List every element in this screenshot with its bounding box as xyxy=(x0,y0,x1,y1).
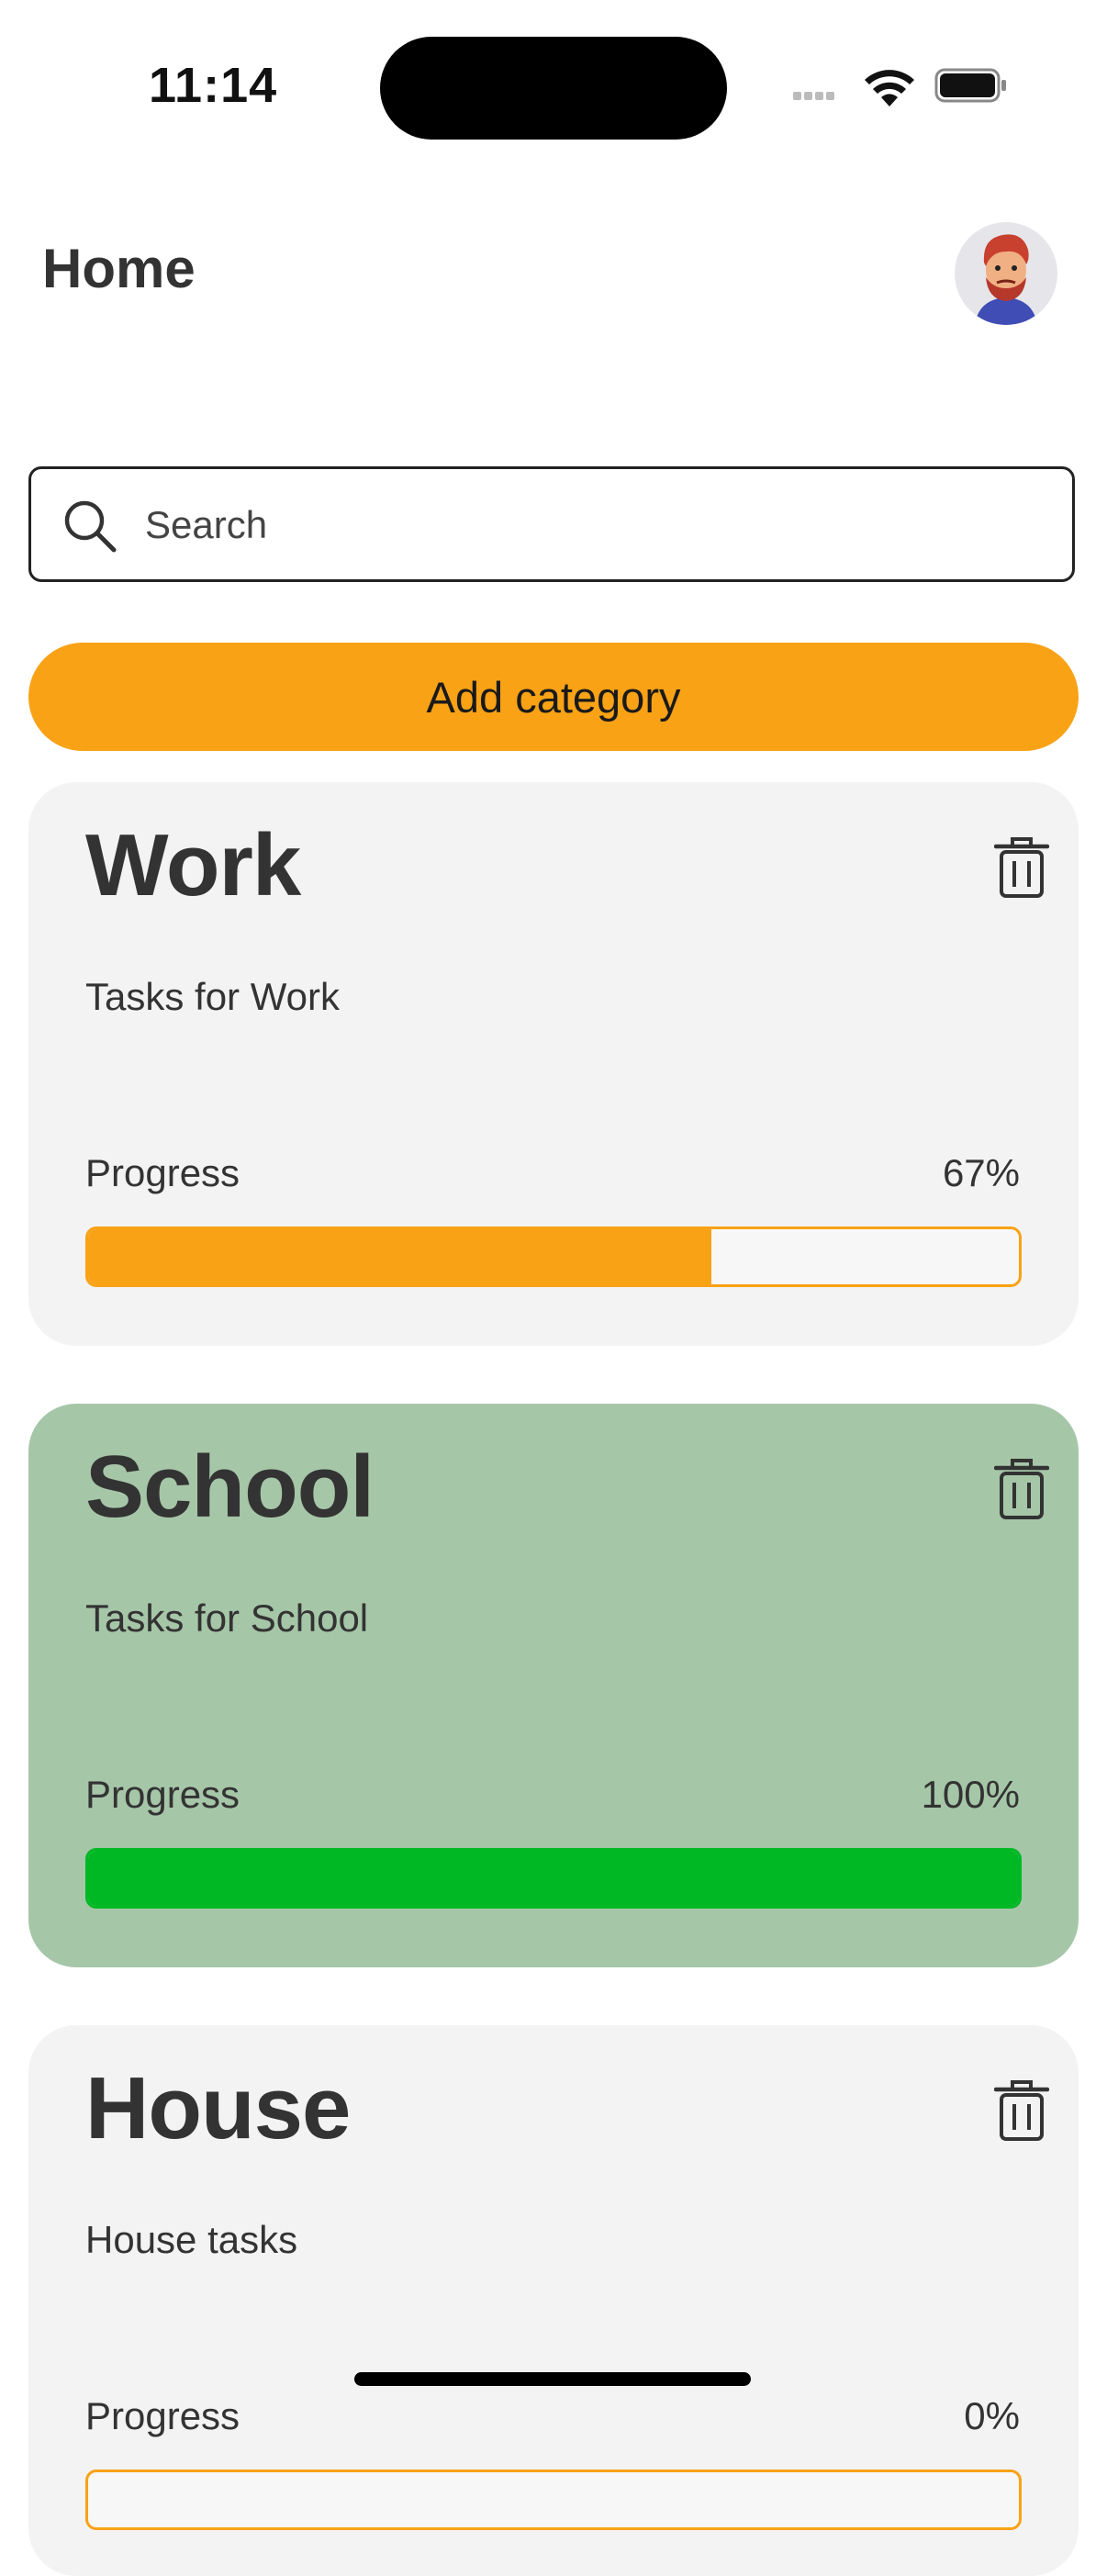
progress-label: Progress xyxy=(85,1151,240,1194)
progress-percent: 100% xyxy=(921,1773,1020,1816)
category-card-school[interactable]: School Tasks for School Progress 100% xyxy=(28,1404,1079,1967)
search-bar[interactable] xyxy=(28,466,1075,582)
wifi-icon xyxy=(865,70,914,106)
progress-fill xyxy=(88,1229,712,1284)
progress-percent: 0% xyxy=(964,2394,1020,2437)
progress-bar xyxy=(85,1848,1022,1909)
battery-icon xyxy=(934,68,1006,103)
category-title: House xyxy=(85,2059,351,2157)
category-title: School xyxy=(85,1438,375,1536)
progress-label: Progress xyxy=(85,1773,240,1816)
page-title: Home xyxy=(42,238,196,299)
progress-percent: 67% xyxy=(942,1151,1020,1194)
search-icon xyxy=(64,500,117,553)
category-title: Work xyxy=(85,816,301,914)
cellular-signal-icon xyxy=(793,92,837,108)
progress-bar xyxy=(85,2470,1022,2530)
progress-bar xyxy=(85,1226,1022,1287)
progress-fill xyxy=(88,1851,1019,1906)
avatar[interactable] xyxy=(955,222,1057,325)
status-time: 11:14 xyxy=(149,58,278,113)
trash-icon[interactable] xyxy=(994,837,1049,898)
trash-icon[interactable] xyxy=(994,1459,1049,1519)
avatar-icon xyxy=(975,234,1037,325)
category-card-work[interactable]: Work Tasks for Work Progress 67% xyxy=(28,782,1079,1346)
category-card-house[interactable]: House House tasks Progress 0% xyxy=(28,2025,1079,2576)
status-bar: 11:14 xyxy=(0,0,1107,174)
category-description: Tasks for Work xyxy=(85,975,340,1018)
category-description: House tasks xyxy=(85,2218,298,2261)
trash-icon[interactable] xyxy=(994,2080,1049,2141)
dynamic-island xyxy=(380,37,727,140)
add-category-button[interactable]: Add category xyxy=(28,643,1079,751)
search-input[interactable] xyxy=(143,489,1046,561)
progress-label: Progress xyxy=(85,2394,240,2437)
category-description: Tasks for School xyxy=(85,1596,369,1640)
home-indicator[interactable] xyxy=(354,2372,751,2386)
